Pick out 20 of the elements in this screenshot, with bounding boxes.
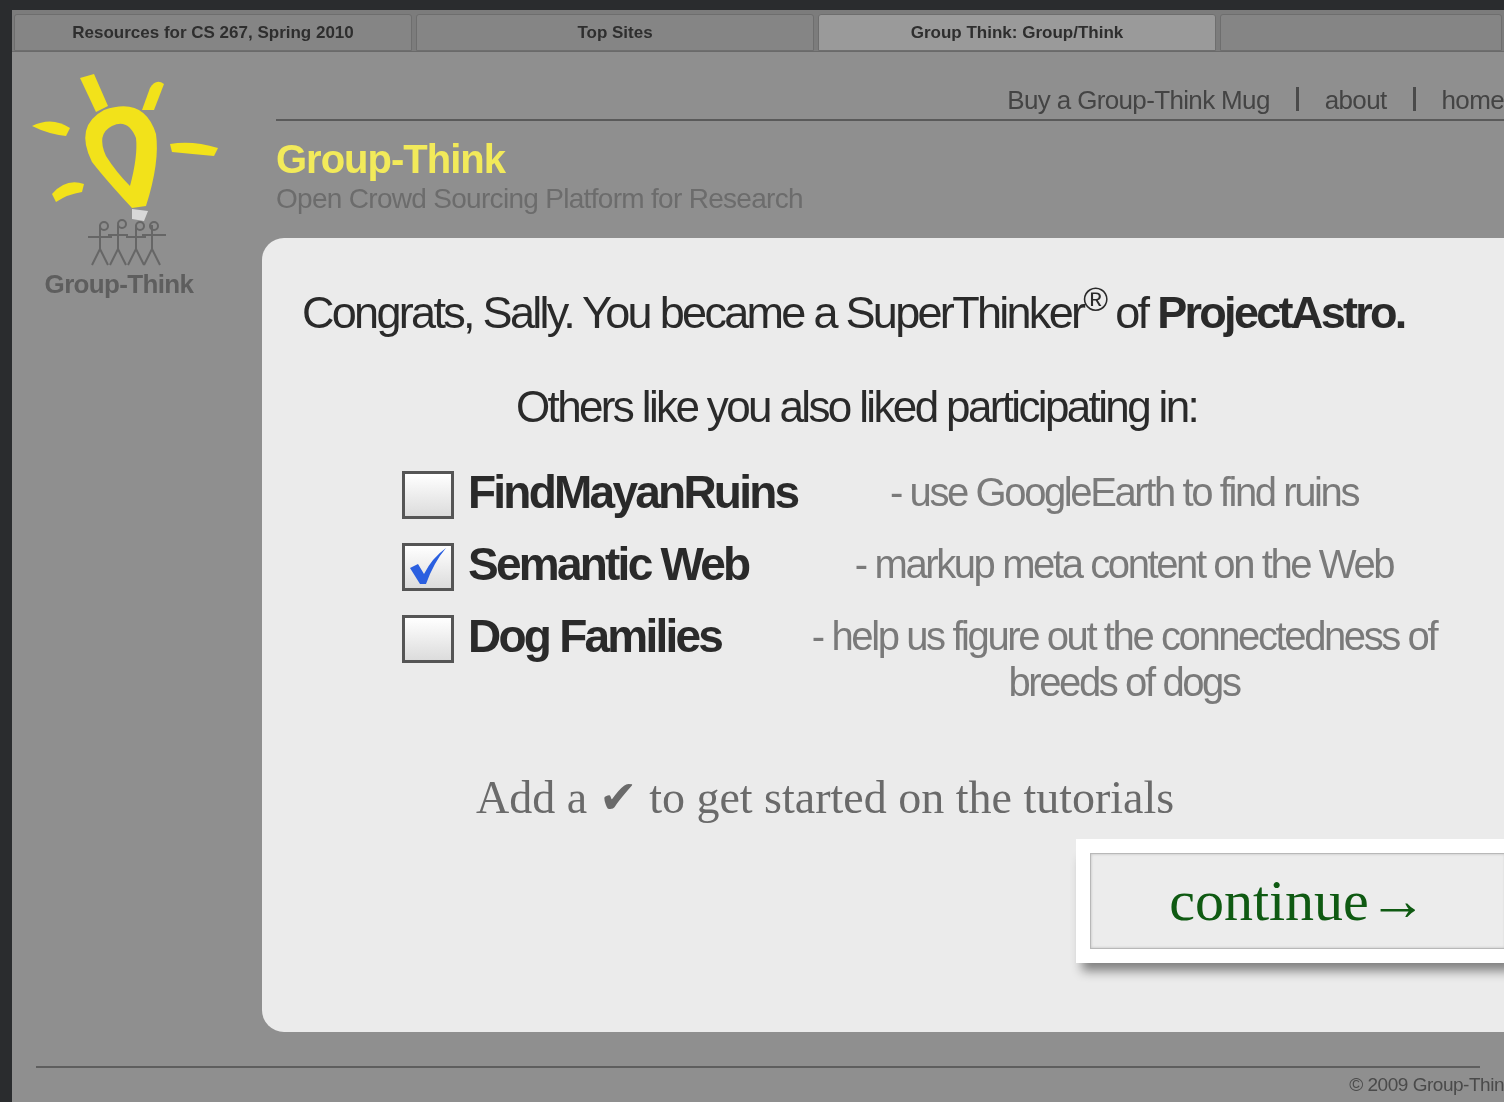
nav-link[interactable]: home [1441, 84, 1504, 117]
subheading: Others like you also liked participating in: [516, 384, 1199, 429]
nav-link[interactable]: Buy a Group-Think Mug [1007, 84, 1270, 117]
checkbox[interactable] [402, 470, 454, 519]
project-description: - use GoogleEarth to find ruins [888, 468, 1360, 515]
browser-tab[interactable]: Resources for CS 267, Spring 2010 [14, 14, 412, 51]
hint-text: Add a ✔ to get started on the tutorials [476, 774, 1176, 821]
browser-tab[interactable]: Top Sites [416, 14, 814, 51]
continue-button[interactable]: continue→ [1090, 852, 1504, 949]
checkbox[interactable] [402, 614, 454, 663]
footer-copyright: © 2009 Group-Thin [1349, 1072, 1504, 1097]
checkbox[interactable] [402, 542, 454, 591]
headline: Congrats, Sally. You became a SuperThinker$^{®}$ of ProjectAstro. [302, 289, 1406, 335]
site-title: Group-Think [276, 138, 507, 179]
nav-link[interactable]: about [1324, 84, 1387, 117]
project-name: Semantic Web [467, 540, 750, 587]
browser-tab[interactable]: Group Think: Group/Think [818, 14, 1216, 51]
checkmark-icon [408, 547, 448, 586]
project-description: - markup meta content on the Web [853, 540, 1395, 587]
project-description: - help us figure out the connectedness of breeds of dogs [810, 612, 1438, 705]
